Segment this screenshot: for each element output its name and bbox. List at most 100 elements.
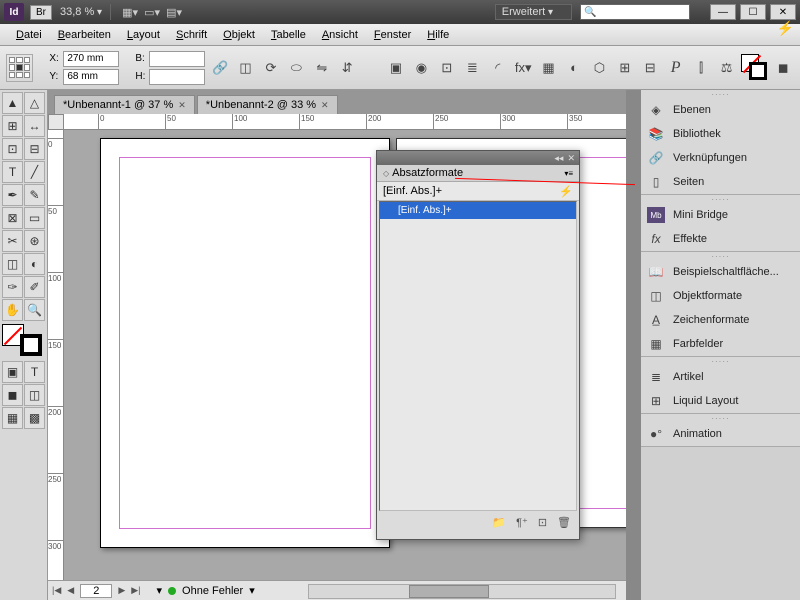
document-tab-2[interactable]: *Unbenannt-2 @ 33 %✕ bbox=[197, 95, 338, 114]
scissors-tool[interactable]: ✂ bbox=[2, 230, 23, 252]
page-number[interactable]: 2 bbox=[80, 584, 112, 598]
apply-color-icon[interactable]: ◼ bbox=[772, 57, 793, 79]
apply-gradient-tool[interactable]: ◫ bbox=[24, 384, 45, 406]
menu-tabelle[interactable]: Tabelle bbox=[263, 26, 314, 44]
screen-mode-icon[interactable]: ▭▾ bbox=[141, 3, 163, 21]
menu-bearbeiten[interactable]: Bearbeiten bbox=[50, 26, 119, 44]
effects-dropdown-icon[interactable]: fx▾ bbox=[512, 57, 533, 79]
hand-tool[interactable]: ✋ bbox=[2, 299, 23, 321]
type-tool[interactable]: T bbox=[2, 161, 23, 183]
pencil-tool[interactable]: ✎ bbox=[24, 184, 45, 206]
paragraph-icon[interactable]: P bbox=[665, 57, 686, 79]
minimize-button[interactable]: — bbox=[710, 4, 736, 20]
panel-farbfelder[interactable]: ▦Farbfelder bbox=[641, 332, 800, 356]
bridge-button[interactable]: Br bbox=[30, 5, 52, 20]
panel-beispiel[interactable]: 📖Beispielschaltfläche... bbox=[641, 260, 800, 284]
scale-icon[interactable]: ◫ bbox=[235, 57, 256, 79]
panel-collapse-strip[interactable] bbox=[626, 90, 640, 600]
drop-shadow-icon[interactable]: ▦ bbox=[538, 57, 559, 79]
first-page-button[interactable]: |◀ bbox=[52, 585, 61, 596]
content-tool[interactable]: ⊡ bbox=[2, 138, 23, 160]
pen-tool[interactable]: ✒ bbox=[2, 184, 23, 206]
horizontal-scrollbar[interactable] bbox=[308, 584, 616, 599]
prev-page-button[interactable]: ◀ bbox=[67, 585, 74, 596]
menu-fenster[interactable]: Fenster bbox=[366, 26, 419, 44]
rectangle-tool[interactable]: ▭ bbox=[24, 207, 45, 229]
style-list[interactable]: [Einf. Abs.]+ bbox=[379, 201, 577, 511]
horizontal-ruler[interactable]: 050100150200250300350400 bbox=[64, 114, 626, 130]
flip-h-icon[interactable]: ⇋ bbox=[311, 57, 332, 79]
free-transform-tool[interactable]: ⊛ bbox=[24, 230, 45, 252]
panel-verknuepfungen[interactable]: 🔗Verknüpfungen bbox=[641, 146, 800, 170]
panel-minibridge[interactable]: MbMini Bridge bbox=[641, 203, 800, 227]
gap-tool[interactable]: ↔ bbox=[24, 115, 45, 137]
panel-artikel[interactable]: ≣Artikel bbox=[641, 365, 800, 389]
zoom-level[interactable]: 33,8 % ▾ bbox=[60, 6, 102, 18]
arrange-icon[interactable]: ▤▾ bbox=[163, 3, 185, 21]
gradient-swatch-tool[interactable]: ◫ bbox=[2, 253, 23, 275]
style-item-einf-abs[interactable]: [Einf. Abs.]+ bbox=[380, 202, 576, 219]
delete-style-icon[interactable]: 🗑 bbox=[557, 516, 571, 529]
quick-apply-icon[interactable]: ⚡ bbox=[777, 20, 794, 37]
clear-override-icon[interactable]: ⊡ bbox=[538, 516, 547, 529]
preflight-status[interactable]: Ohne Fehler bbox=[182, 585, 243, 597]
corner-icon[interactable]: ◜ bbox=[487, 57, 508, 79]
last-page-button[interactable]: ▶| bbox=[131, 585, 140, 596]
flip-v-icon[interactable]: ⇵ bbox=[336, 57, 357, 79]
folder-icon[interactable]: 📁 bbox=[492, 516, 506, 529]
panel-close-icon[interactable]: ✕ bbox=[567, 153, 575, 164]
next-page-button[interactable]: ▶ bbox=[118, 585, 125, 596]
close-icon[interactable]: ✕ bbox=[321, 100, 329, 111]
panel-animation[interactable]: ●°Animation bbox=[641, 422, 800, 446]
align-icon[interactable]: ⊞ bbox=[614, 57, 635, 79]
menu-schrift[interactable]: Schrift bbox=[168, 26, 215, 44]
x-input[interactable] bbox=[63, 51, 119, 67]
panel-objektformate[interactable]: ◫Objektformate bbox=[641, 284, 800, 308]
opacity-icon[interactable]: ◐ bbox=[563, 57, 584, 79]
panel-liquid[interactable]: ⊞Liquid Layout bbox=[641, 389, 800, 413]
formatting-container-tool[interactable]: ▣ bbox=[2, 361, 23, 383]
fit-frame-icon[interactable]: ⊡ bbox=[436, 57, 457, 79]
rotate-icon[interactable]: ⟳ bbox=[260, 57, 281, 79]
text-wrap-icon[interactable]: ≣ bbox=[462, 57, 483, 79]
menu-layout[interactable]: Layout bbox=[119, 26, 168, 44]
panel-seiten[interactable]: ▯Seiten bbox=[641, 170, 800, 194]
panel-ebenen[interactable]: ◈Ebenen bbox=[641, 98, 800, 122]
formatting-text-tool[interactable]: T bbox=[24, 361, 45, 383]
menu-objekt[interactable]: Objekt bbox=[215, 26, 263, 44]
fill-stroke-toolbox[interactable] bbox=[2, 324, 46, 358]
zoom-tool[interactable]: 🔍 bbox=[24, 299, 45, 321]
preview-tool[interactable]: ▩ bbox=[24, 407, 45, 429]
rectangle-frame-tool[interactable]: ⊠ bbox=[2, 207, 23, 229]
document-tab-1[interactable]: *Unbenannt-1 @ 37 %✕ bbox=[54, 95, 195, 114]
workspace-selector[interactable]: Erweitert ▾ bbox=[495, 4, 572, 20]
panel-bibliothek[interactable]: 📚Bibliothek bbox=[641, 122, 800, 146]
apply-color-tool[interactable]: ◼ bbox=[2, 384, 23, 406]
new-style-icon[interactable]: ¶⁺ bbox=[516, 516, 528, 529]
line-tool[interactable]: ╱ bbox=[24, 161, 45, 183]
normal-view-tool[interactable]: ▦ bbox=[2, 407, 23, 429]
reference-point[interactable] bbox=[6, 54, 33, 82]
direct-selection-tool[interactable]: △ bbox=[24, 92, 45, 114]
search-input[interactable]: 🔍 bbox=[580, 4, 690, 20]
menu-hilfe[interactable]: Hilfe bbox=[419, 26, 457, 44]
close-icon[interactable]: ✕ bbox=[178, 100, 186, 111]
h-input[interactable] bbox=[149, 69, 205, 85]
page-1[interactable] bbox=[100, 138, 390, 548]
menu-datei[interactable]: DDateiatei bbox=[8, 26, 50, 44]
align-obj-icon[interactable]: ⫿ bbox=[690, 57, 711, 79]
vertical-ruler[interactable]: 050100150200250300 bbox=[48, 130, 64, 580]
menu-ansicht[interactable]: Ansicht bbox=[314, 26, 366, 44]
eyedropper-tool[interactable]: ✐ bbox=[24, 276, 45, 298]
content-placer-tool[interactable]: ⊟ bbox=[24, 138, 45, 160]
w-input[interactable] bbox=[149, 51, 205, 67]
select-content-icon[interactable]: ◉ bbox=[411, 57, 432, 79]
balance-icon[interactable]: ⚖ bbox=[716, 57, 737, 79]
constrain-icon[interactable]: 🔗 bbox=[209, 57, 230, 79]
y-input[interactable] bbox=[63, 69, 119, 85]
selection-tool[interactable]: ▲ bbox=[2, 92, 23, 114]
close-button[interactable]: ✕ bbox=[770, 4, 796, 20]
note-tool[interactable]: ✑ bbox=[2, 276, 23, 298]
gradient-feather-tool[interactable]: ◐ bbox=[24, 253, 45, 275]
shear-icon[interactable]: ⬭ bbox=[286, 57, 307, 79]
